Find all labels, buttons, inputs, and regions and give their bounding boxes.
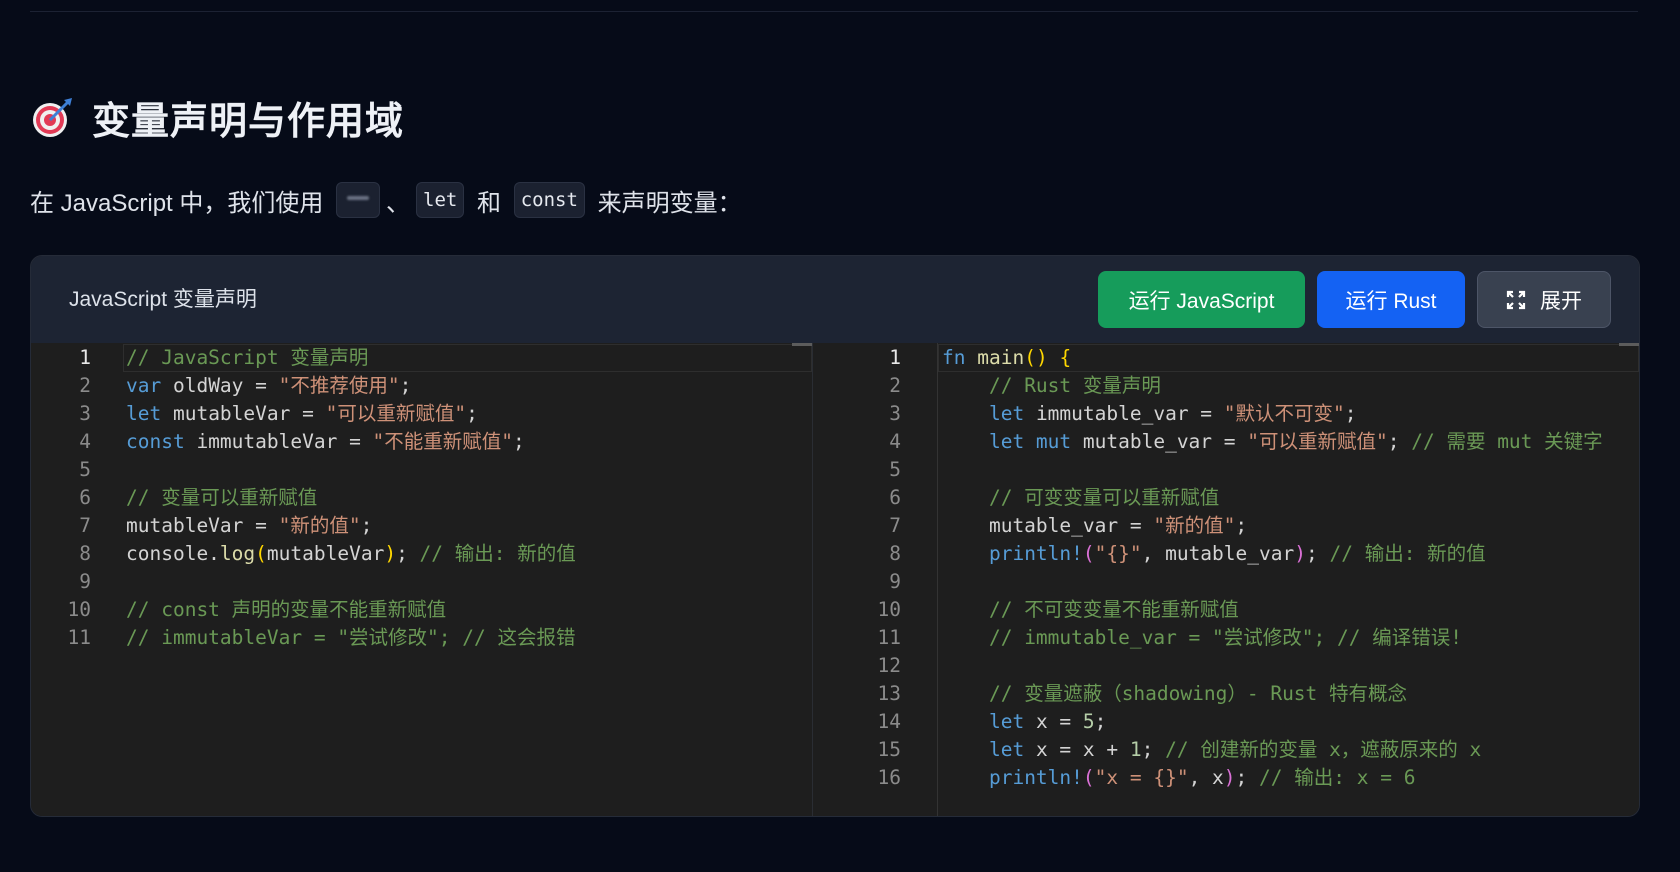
intro-paragraph: 在 JavaScript 中，我们使用 var 、 let 和 const 来声… — [30, 182, 742, 218]
target-icon — [30, 96, 74, 140]
line-number: 10 — [877, 598, 901, 621]
line-number: 2 — [79, 374, 91, 397]
line-number: 11 — [877, 626, 901, 649]
line-number: 9 — [79, 570, 91, 593]
javascript-editor[interactable]: 1 // JavaScript 变量声明 2 var oldWay = "不推荐使用… — [31, 343, 812, 816]
expand-icon — [1506, 290, 1526, 310]
code-line: println!("{}", mutable_var); // 输出: 新的值 — [988, 542, 1486, 565]
code-line: var oldWay = "不推荐使用"; — [126, 374, 412, 397]
code-line: console.log(mutableVar); // 输出: 新的值 — [126, 542, 576, 565]
code-line: fn main() { — [942, 346, 1072, 369]
line-number: 7 — [79, 514, 91, 537]
code-line: // 不可变变量不能重新赋值 — [988, 598, 1239, 621]
expand-button[interactable]: 展开 — [1477, 271, 1611, 328]
code-comparison-panel: JavaScript 变量声明 运行 JavaScript 运行 Rust 展开… — [30, 255, 1640, 817]
line-number: 5 — [79, 458, 91, 481]
line-number: 1 — [889, 346, 901, 369]
line-number: 5 — [889, 458, 901, 481]
line-number: 14 — [877, 710, 901, 733]
panel-header: JavaScript 变量声明 运行 JavaScript 运行 Rust 展开 — [31, 256, 1639, 343]
code-line: let x = 5; — [988, 710, 1107, 733]
line-number: 9 — [889, 570, 901, 593]
line-number: 16 — [877, 766, 901, 789]
code-line: // 变量遮蔽（shadowing）- Rust 特有概念 — [988, 682, 1408, 705]
code-line: // 可变变量可以重新赋值 — [988, 486, 1220, 509]
intro-sep-1: 、 — [386, 189, 411, 217]
line-number: 12 — [877, 654, 901, 677]
line-number: 13 — [877, 682, 901, 705]
editor-split-divider[interactable] — [812, 343, 837, 816]
line-number: 3 — [889, 402, 901, 425]
top-divider — [30, 11, 1638, 12]
code-line: let mutableVar = "可以重新赋值"; — [126, 402, 478, 425]
code-line: mutable_var = "新的值"; — [942, 514, 1248, 537]
page-title: 变量声明与作用域 — [92, 101, 405, 143]
code-line: let immutable_var = "默认不可变"; — [988, 402, 1357, 425]
intro-suffix: 来声明变量： — [590, 189, 742, 217]
line-number: 1 — [79, 346, 91, 369]
intro-prefix: 在 JavaScript 中，我们使用 — [30, 189, 331, 217]
expand-label: 展开 — [1540, 289, 1582, 313]
code-line: mutableVar = "新的值"; — [126, 514, 373, 537]
line-number: 15 — [877, 738, 901, 761]
code-line: const immutableVar = "不能重新赋值"; — [126, 430, 525, 453]
rust-editor[interactable]: 1 fn main() { 2 // Rust 变量声明 3 let immuta… — [836, 343, 1639, 816]
panel-title: JavaScript 变量声明 — [69, 288, 257, 311]
code-line: println!("x = {}", x); // 输出: x = 6 — [988, 766, 1416, 789]
inline-code-let: let — [416, 182, 465, 218]
line-number: 4 — [79, 430, 91, 453]
code-line: // immutableVar = "尝试修改"; // 这会报错 — [126, 626, 576, 649]
line-number: 6 — [889, 486, 901, 509]
intro-sep-2: 和 — [470, 189, 508, 217]
run-javascript-button[interactable]: 运行 JavaScript — [1098, 271, 1305, 328]
code-line: // immutable_var = "尝试修改"; // 编译错误! — [988, 626, 1462, 649]
line-number: 4 — [889, 430, 901, 453]
code-line: let mut mutable_var = "可以重新赋值"; // 需要 mu… — [988, 430, 1603, 453]
run-rust-button[interactable]: 运行 Rust — [1317, 271, 1465, 328]
line-number: 7 — [889, 514, 901, 537]
line-number: 6 — [79, 486, 91, 509]
line-number: 2 — [889, 374, 901, 397]
line-number: 3 — [79, 402, 91, 425]
line-number: 8 — [79, 542, 91, 565]
code-line: // const 声明的变量不能重新赋值 — [126, 598, 447, 621]
code-line: // Rust 变量声明 — [988, 374, 1161, 397]
code-line: // JavaScript 变量声明 — [126, 346, 369, 369]
line-number: 8 — [889, 542, 901, 565]
section-heading: 变量声明与作用域 — [30, 90, 404, 145]
code-line: let x = x + 1; // 创建新的变量 x，遮蔽原来的 x — [988, 738, 1482, 761]
inline-code-const: const — [513, 182, 585, 218]
code-line: // 变量可以重新赋值 — [126, 486, 318, 509]
line-number: 10 — [67, 598, 91, 621]
inline-code-var: var — [336, 182, 381, 218]
line-number: 11 — [67, 626, 91, 649]
